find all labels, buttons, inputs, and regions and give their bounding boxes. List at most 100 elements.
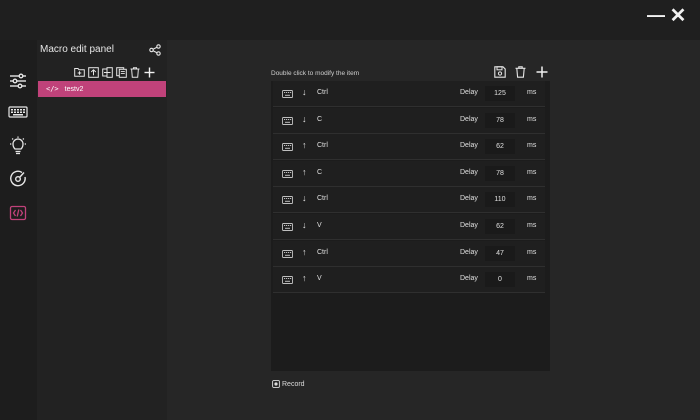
- delay-input[interactable]: 78: [485, 165, 515, 181]
- arrow-up-icon: ↑: [302, 273, 307, 284]
- record-button[interactable]: Record: [272, 380, 305, 388]
- delay-input[interactable]: 110: [485, 192, 515, 208]
- delay-input[interactable]: 47: [485, 245, 515, 261]
- editor-toolbar: [493, 65, 548, 78]
- arrow-down-icon: ↓: [302, 193, 307, 204]
- record-icon: [272, 380, 280, 388]
- key-name: C: [317, 168, 323, 176]
- add-icon: [536, 66, 547, 77]
- import-button[interactable]: [87, 66, 99, 78]
- macro-list-item[interactable]: </> testv2: [38, 81, 166, 97]
- keyboard-key-icon: [282, 249, 293, 258]
- lightbulb-icon: [10, 136, 26, 155]
- sidebar-item-lighting[interactable]: [6, 134, 30, 158]
- new-folder-button[interactable]: [73, 66, 85, 78]
- delay-unit: ms: [527, 168, 537, 176]
- delete-icon: [130, 66, 140, 78]
- event-row[interactable]: ↓ V Delay 62 ms: [273, 214, 545, 240]
- minimize-button[interactable]: —: [644, 4, 668, 26]
- delay-label: Delay: [460, 222, 478, 229]
- keyboard-key-icon: [282, 90, 293, 98]
- folder-add-icon: [73, 68, 85, 77]
- sidebar-item-settings[interactable]: [6, 69, 30, 93]
- key-name: C: [317, 115, 323, 123]
- key-name: V: [317, 275, 322, 283]
- arrow-down-icon: ↓: [302, 87, 307, 97]
- keyboard-key-icon: [282, 276, 293, 285]
- arrow-down-icon: ↓: [302, 113, 307, 124]
- delay-unit: ms: [527, 195, 537, 203]
- event-row[interactable]: ↑ Ctrl Delay 62 ms: [273, 134, 545, 161]
- event-row[interactable]: ↑ Ctrl Delay 47 ms: [273, 240, 545, 267]
- delay-label: Delay: [460, 142, 478, 150]
- delay-label: Delay: [460, 275, 478, 283]
- macro-item-label: testv2: [64, 85, 84, 93]
- delay-input[interactable]: 62: [485, 219, 515, 234]
- export-button[interactable]: [101, 66, 113, 78]
- event-row[interactable]: ↑ V Delay 0 ms: [273, 267, 545, 294]
- event-row[interactable]: ↓ C Delay 78 ms: [273, 107, 545, 134]
- event-row[interactable]: ↓ Ctrl Delay 110 ms: [273, 187, 545, 214]
- sidebar-item-performance[interactable]: [6, 167, 30, 191]
- export-icon: [101, 66, 113, 78]
- edit-hint: Double click to modify the item: [271, 70, 360, 77]
- sliders-icon: [10, 73, 26, 89]
- delay-input[interactable]: 62: [485, 139, 515, 155]
- arrow-up-icon: ↑: [302, 246, 307, 257]
- keyboard-key-icon: [282, 196, 293, 205]
- sidebar-item-macro[interactable]: [6, 201, 30, 225]
- code-icon: </>: [46, 85, 59, 93]
- event-row[interactable]: ↓ Ctrl Delay 125 ms: [273, 81, 545, 107]
- sidebar: [0, 40, 37, 420]
- arrow-up-icon: ↑: [302, 166, 307, 177]
- close-button[interactable]: ✕: [666, 4, 690, 27]
- delay-unit: ms: [527, 222, 537, 229]
- event-row[interactable]: ↑ C Delay 78 ms: [273, 160, 545, 187]
- delete-macro-button[interactable]: [129, 66, 141, 78]
- delay-unit: ms: [527, 115, 537, 123]
- delay-label: Delay: [460, 168, 478, 176]
- sidebar-item-keyboard[interactable]: [6, 100, 30, 124]
- delay-unit: ms: [527, 248, 537, 256]
- key-name: Ctrl: [317, 195, 328, 203]
- arrow-up-icon: ↑: [302, 140, 307, 151]
- share-icon: [149, 44, 161, 56]
- panel-title: Macro edit panel: [40, 44, 114, 55]
- copy-icon: [115, 66, 127, 78]
- delay-label: Delay: [460, 195, 478, 203]
- disc-icon: [10, 170, 26, 187]
- arrow-down-icon: ↓: [302, 220, 307, 230]
- save-icon: [493, 65, 506, 78]
- save-button[interactable]: [493, 65, 506, 78]
- title-bar: — ✕: [0, 0, 700, 40]
- delay-unit: ms: [527, 275, 537, 283]
- code-icon: [9, 205, 27, 221]
- macro-editor: Double click to modify the item ↓ Ctrl Del…: [167, 40, 700, 420]
- keyboard-icon: [8, 106, 28, 118]
- delay-input[interactable]: 0: [485, 272, 515, 288]
- keyboard-key-icon: [282, 116, 293, 125]
- key-name: Ctrl: [317, 142, 328, 150]
- delete-event-button[interactable]: [514, 65, 527, 78]
- event-list: ↓ Ctrl Delay 125 ms ↓ C Delay 78 ms ↑ Ctrl Delay 62 ms…: [271, 81, 550, 371]
- key-name: Ctrl: [317, 89, 328, 96]
- key-name: Ctrl: [317, 248, 328, 256]
- share-button[interactable]: [149, 43, 163, 57]
- keyboard-key-icon: [282, 169, 293, 178]
- add-event-button[interactable]: [535, 65, 548, 78]
- import-icon: [87, 66, 99, 78]
- record-label: Record: [282, 380, 305, 388]
- key-name: V: [317, 222, 322, 229]
- add-macro-button[interactable]: [143, 66, 155, 78]
- delay-input[interactable]: 125: [485, 86, 515, 101]
- keyboard-key-icon: [282, 143, 293, 152]
- copy-button[interactable]: [115, 66, 127, 78]
- delay-label: Delay: [460, 115, 478, 123]
- delay-unit: ms: [527, 89, 537, 96]
- macro-list-panel: Macro edit panel </> testv2: [37, 40, 167, 420]
- delay-label: Delay: [460, 248, 478, 256]
- delay-input[interactable]: 78: [485, 112, 515, 128]
- delay-unit: ms: [527, 142, 537, 150]
- delete-icon: [515, 65, 526, 78]
- macro-list-toolbar: [73, 66, 155, 78]
